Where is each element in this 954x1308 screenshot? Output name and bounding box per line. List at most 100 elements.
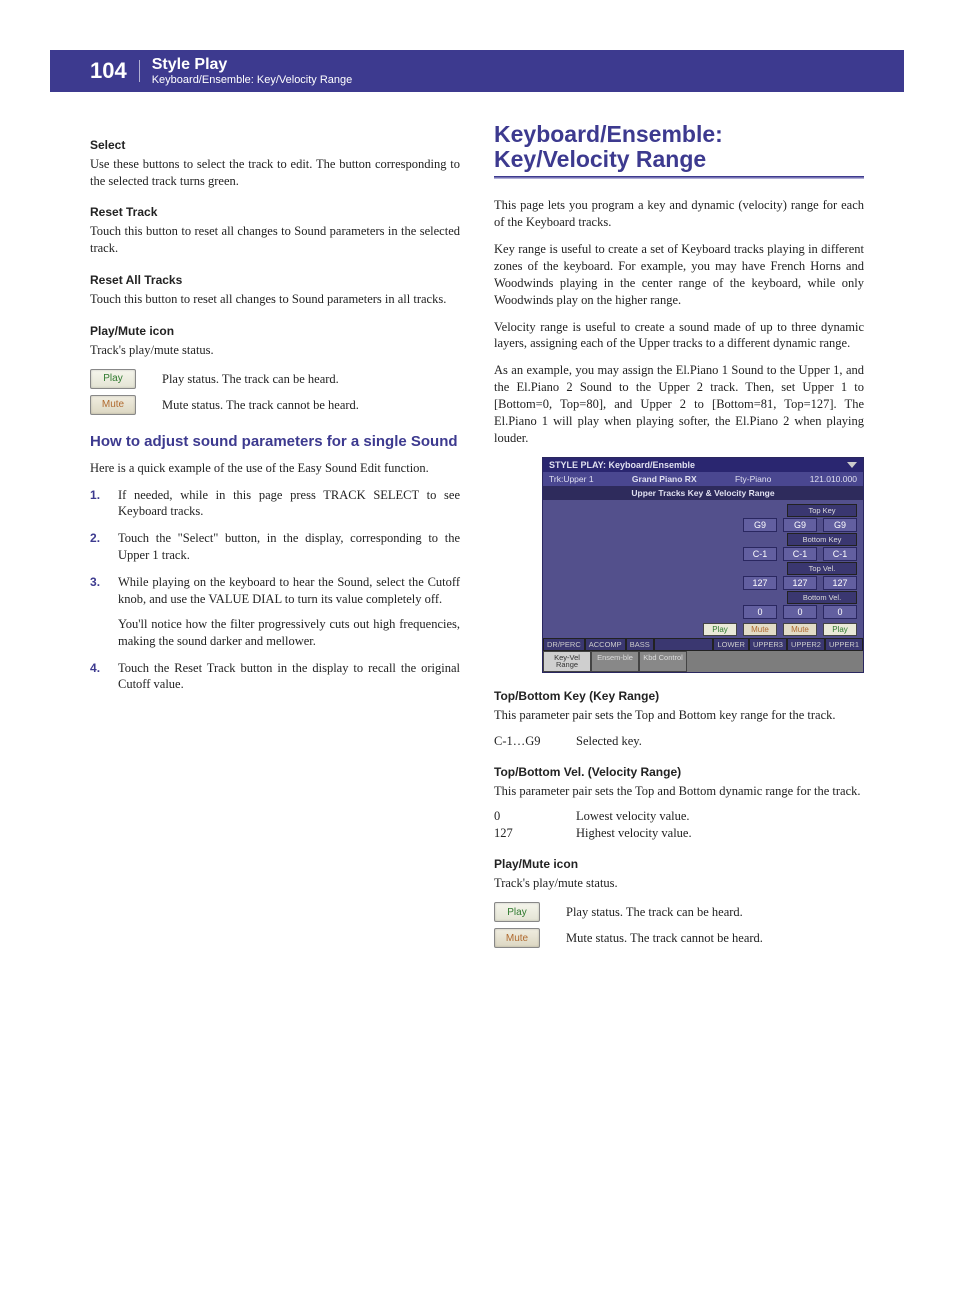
playmute-heading-r: Play/Mute icon [494,857,864,871]
bt-6[interactable]: UPPER2 [787,638,825,651]
step-2: Touch the "Select" button, in the displa… [90,530,460,564]
botvel-label: Bottom Vel. [787,591,857,604]
ui-sound: Grand Piano RX [632,474,697,484]
right-column: Keyboard/Ensemble: Key/Velocity Range Th… [494,122,864,955]
ui-code: 121.010.000 [810,474,857,484]
tbkey-param-val: Selected key. [576,734,642,749]
tab-1[interactable]: Ensem-ble [591,651,639,672]
ui-bottom-tracks: DR/PERC ACCOMP BASS LOWER UPPER3 UPPER2 … [543,638,863,651]
playmute-body-r: Track's play/mute status. [494,875,864,892]
howto-heading: How to adjust sound parameters for a sin… [90,433,460,452]
tab-0[interactable]: Key-Vel Range [543,651,591,672]
howto-intro: Here is a quick example of the use of th… [90,460,460,477]
tbvel-p0: 0 Lowest velocity value. [494,809,864,824]
play-icon: Play [90,369,136,389]
pm-2[interactable]: Mute [783,623,817,636]
tab-2[interactable]: Kbd Control [639,651,687,672]
bt-2[interactable]: BASS [626,638,654,651]
ui-trk: Trk:Upper 1 [549,474,594,484]
reset-track-heading: Reset Track [90,205,460,219]
pm-0[interactable]: Play [703,623,737,636]
right-p3: Velocity range is useful to create a sou… [494,319,864,353]
mute-desc: Mute status. The track cannot be heard. [162,397,359,413]
step-3-sub: You'll notice how the filter progressive… [118,616,460,650]
bt-3 [654,638,714,651]
playmute-heading: Play/Mute icon [90,324,460,338]
tbkey-param-key: C-1…G9 [494,734,552,749]
menu-arrow-icon[interactable] [847,462,857,468]
tbvel-p1: 127 Highest velocity value. [494,826,864,841]
mute-row-r: Mute Mute status. The track cannot be he… [494,928,864,948]
ui-fty: Fty-Piano [735,474,771,484]
right-p1: This page lets you program a key and dyn… [494,197,864,231]
step-3: While playing on the keyboard to hear th… [90,574,460,650]
playmute-body: Track's play/mute status. [90,342,460,359]
ui-titlebar-text: STYLE PLAY: Keyboard/Ensemble [549,460,695,470]
page-number: 104 [90,60,140,82]
tbkey-heading: Top/Bottom Key (Key Range) [494,689,864,703]
mute-row: Mute Mute status. The track cannot be he… [90,395,460,415]
ui-body: Top Key G9 G9 G9 Bottom Key C-1 C-1 C-1 [543,500,863,621]
step-4: Touch the Reset Track button in the disp… [90,660,460,694]
right-p4: As an example, you may assign the El.Pia… [494,362,864,446]
section-title: Keyboard/Ensemble: Key/Velocity Range [494,122,864,173]
step-3-text: While playing on the keyboard to hear th… [118,575,460,606]
play-desc-r: Play status. The track can be heard. [566,904,743,920]
botkey-label: Bottom Key [787,533,857,546]
howto-steps: If needed, while in this page press TRAC… [90,487,460,694]
ui-pm-row: Play Mute Mute Play [543,621,863,638]
ui-tabs: Key-Vel Range Ensem-ble Kbd Control [543,651,863,672]
reset-track-body: Touch this button to reset all changes t… [90,223,460,257]
topvel-label: Top Vel. [787,562,857,575]
left-column: Select Use these buttons to select the t… [90,122,460,955]
botkey-1[interactable]: C-1 [783,547,817,561]
play-row: Play Play status. The track can be heard… [90,369,460,389]
tbvel-heading: Top/Bottom Vel. (Velocity Range) [494,765,864,779]
bt-1[interactable]: ACCOMP [585,638,626,651]
tbkey-param: C-1…G9 Selected key. [494,734,864,749]
tbvel-p1-val: Highest velocity value. [576,826,692,841]
play-desc: Play status. The track can be heard. [162,371,339,387]
bt-7[interactable]: UPPER1 [825,638,863,651]
play-icon-r: Play [494,902,540,922]
pm-1[interactable]: Mute [743,623,777,636]
play-row-r: Play Play status. The track can be heard… [494,902,864,922]
botkey-2[interactable]: C-1 [823,547,857,561]
tbvel-p1-key: 127 [494,826,552,841]
botvel-2[interactable]: 0 [823,605,857,619]
bt-4[interactable]: LOWER [713,638,749,651]
tbkey-body: This parameter pair sets the Top and Bot… [494,707,864,724]
step-1: If needed, while in this page press TRAC… [90,487,460,521]
bt-0[interactable]: DR/PERC [543,638,585,651]
header-titles: Style Play Keyboard/Ensemble: Key/Veloci… [140,56,353,86]
embedded-screenshot: STYLE PLAY: Keyboard/Ensemble Trk:Upper … [542,457,864,673]
botkey-0[interactable]: C-1 [743,547,777,561]
page-header: 104 Style Play Keyboard/Ensemble: Key/Ve… [50,50,904,92]
botvel-1[interactable]: 0 [783,605,817,619]
topkey-1[interactable]: G9 [783,518,817,532]
ui-section-title: Upper Tracks Key & Velocity Range [543,486,863,500]
topkey-2[interactable]: G9 [823,518,857,532]
select-heading: Select [90,138,460,152]
ui-titlebar: STYLE PLAY: Keyboard/Ensemble [543,458,863,472]
tbvel-p0-key: 0 [494,809,552,824]
title-rule [494,176,864,179]
right-p2: Key range is useful to create a set of K… [494,241,864,309]
topvel-1[interactable]: 127 [783,576,817,590]
tab-spacer [687,651,863,672]
botvel-0[interactable]: 0 [743,605,777,619]
tbvel-body: This parameter pair sets the Top and Bot… [494,783,864,800]
topkey-label: Top Key [787,504,857,517]
pm-3[interactable]: Play [823,623,857,636]
topkey-0[interactable]: G9 [743,518,777,532]
mute-icon-r: Mute [494,928,540,948]
reset-all-heading: Reset All Tracks [90,273,460,287]
select-body: Use these buttons to select the track to… [90,156,460,190]
mute-desc-r: Mute status. The track cannot be heard. [566,930,763,946]
topvel-2[interactable]: 127 [823,576,857,590]
bt-5[interactable]: UPPER3 [749,638,787,651]
mute-icon: Mute [90,395,136,415]
topvel-0[interactable]: 127 [743,576,777,590]
ui-inforow: Trk:Upper 1 Grand Piano RX Fty-Piano 121… [543,472,863,486]
reset-all-body: Touch this button to reset all changes t… [90,291,460,308]
